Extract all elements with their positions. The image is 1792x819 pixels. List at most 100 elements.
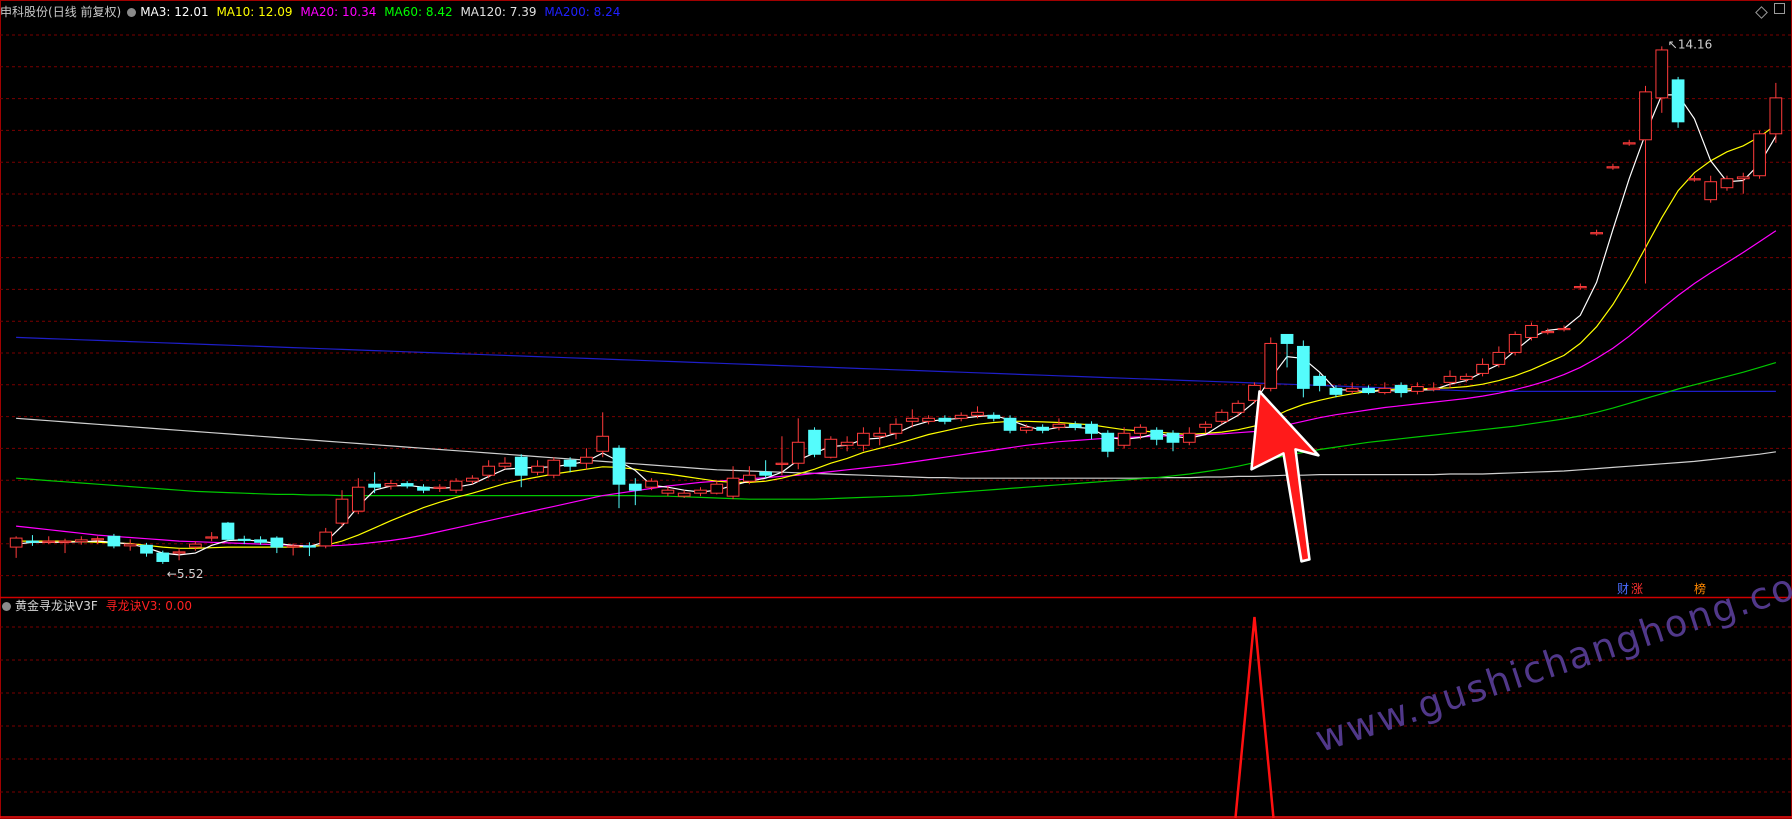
candle-up [547, 459, 561, 476]
candle-up [1264, 342, 1278, 389]
candle-up [1688, 178, 1701, 181]
high-price-label: ↖14.16 [1668, 37, 1712, 51]
candle-down [1296, 345, 1310, 389]
candle-up [1736, 176, 1750, 180]
candle-down [107, 535, 121, 547]
candle-up [1345, 387, 1359, 392]
candle-up [466, 477, 479, 482]
candle-up [710, 483, 724, 494]
candle-down [270, 537, 284, 548]
candle-up [1019, 426, 1033, 431]
candle-down [1068, 423, 1082, 428]
candle-up [1199, 423, 1212, 428]
candle-down [628, 483, 642, 491]
badge-label: 财 [1617, 582, 1629, 596]
candle-up [873, 432, 887, 437]
candle-down [1036, 426, 1050, 431]
candle-down [1003, 417, 1017, 431]
candle-down [237, 538, 251, 541]
candle-up [449, 480, 463, 491]
indicator-header: 黄金寻龙诀V3F 寻龙诀V3: 0.00 [0, 598, 196, 614]
badge-label: 涨 [1631, 581, 1643, 596]
indicator-value: 寻龙诀V3: 0.00 [105, 599, 192, 613]
candle-up [857, 432, 870, 446]
ma60-label: MA60: 8.42 [384, 5, 453, 19]
candle-up [74, 539, 88, 543]
ma20-label: MA20: 10.34 [300, 5, 377, 19]
chart-period: (日线 前复权) [48, 5, 122, 19]
candle-up [1411, 386, 1424, 392]
candle-down [514, 456, 528, 476]
candle-up [335, 498, 349, 524]
candle-up [1378, 387, 1392, 394]
ma3-label: MA3: 12.01 [140, 5, 209, 19]
candle-up [677, 492, 691, 497]
candle-down [1150, 429, 1164, 440]
ma200-label: MA200: 8.24 [544, 5, 621, 19]
candle-down [221, 522, 235, 540]
close-box-icon[interactable] [1774, 3, 1785, 14]
candle-up [286, 545, 300, 548]
candle-down [1313, 375, 1326, 386]
candle-up [1215, 411, 1229, 422]
candle-up [791, 441, 805, 464]
candle-up [498, 462, 512, 467]
settings-circle-icon[interactable] [127, 8, 137, 17]
candle-down [368, 483, 381, 488]
candle-up [954, 414, 968, 419]
candle-up [123, 543, 137, 547]
candle-up [58, 540, 72, 543]
candle-down [156, 552, 170, 562]
candle-up [42, 540, 56, 543]
stock-name: 申科股份 [0, 5, 49, 19]
candle-up [1655, 49, 1669, 99]
candle-up [9, 537, 23, 548]
candle-up [1476, 363, 1489, 374]
candle-down [1671, 79, 1685, 123]
candle-up [1639, 91, 1652, 141]
indicator-settings-icon[interactable] [2, 602, 11, 611]
candle-up [840, 441, 854, 446]
candle-up [645, 480, 658, 488]
candle-up [1052, 423, 1066, 428]
candle-up [205, 536, 219, 539]
candle-up [661, 489, 675, 494]
candle-down [1280, 333, 1294, 344]
candle-down [1166, 432, 1180, 443]
candle-up [1231, 402, 1245, 413]
candle-up [384, 483, 398, 487]
candle-up [1182, 432, 1196, 443]
candle-down [938, 417, 952, 422]
indicator-name: 黄金寻龙诀V3F [15, 599, 98, 613]
candle-down [303, 545, 316, 548]
candle-up [1704, 181, 1718, 201]
candle-up [922, 417, 935, 422]
ma20-line [16, 230, 1777, 547]
candle-down [1329, 387, 1343, 395]
indicator-signal-spike [1234, 616, 1275, 819]
candle-up [482, 465, 496, 476]
candle-up [1590, 232, 1603, 235]
candle-up [889, 423, 903, 434]
ma3-line [16, 94, 1777, 556]
candle-down [400, 483, 414, 487]
candle-down [140, 544, 153, 554]
candle-up [1443, 375, 1457, 383]
ma10-label: MA10: 12.09 [216, 5, 293, 19]
candle-up [91, 538, 104, 541]
candle-down [254, 539, 267, 543]
candle-up [824, 438, 838, 458]
candle-up [433, 486, 447, 489]
candle-up [1134, 426, 1147, 434]
candle-up [1606, 166, 1620, 169]
candle-up [580, 456, 593, 464]
candle-up [319, 531, 333, 547]
candle-down [26, 540, 39, 543]
main-chart-header: 申科股份(日线 前复权) MA3: 12.01 MA10: 12.09 MA20:… [0, 4, 624, 20]
kline-chart[interactable]: ↖14.16←5.52财涨榜 [0, 0, 1792, 819]
candle-up [1541, 330, 1555, 334]
candle-up [531, 465, 544, 473]
candle-up [694, 489, 707, 494]
ma120-label: MA120: 7.39 [460, 5, 537, 19]
candle-down [759, 471, 773, 476]
